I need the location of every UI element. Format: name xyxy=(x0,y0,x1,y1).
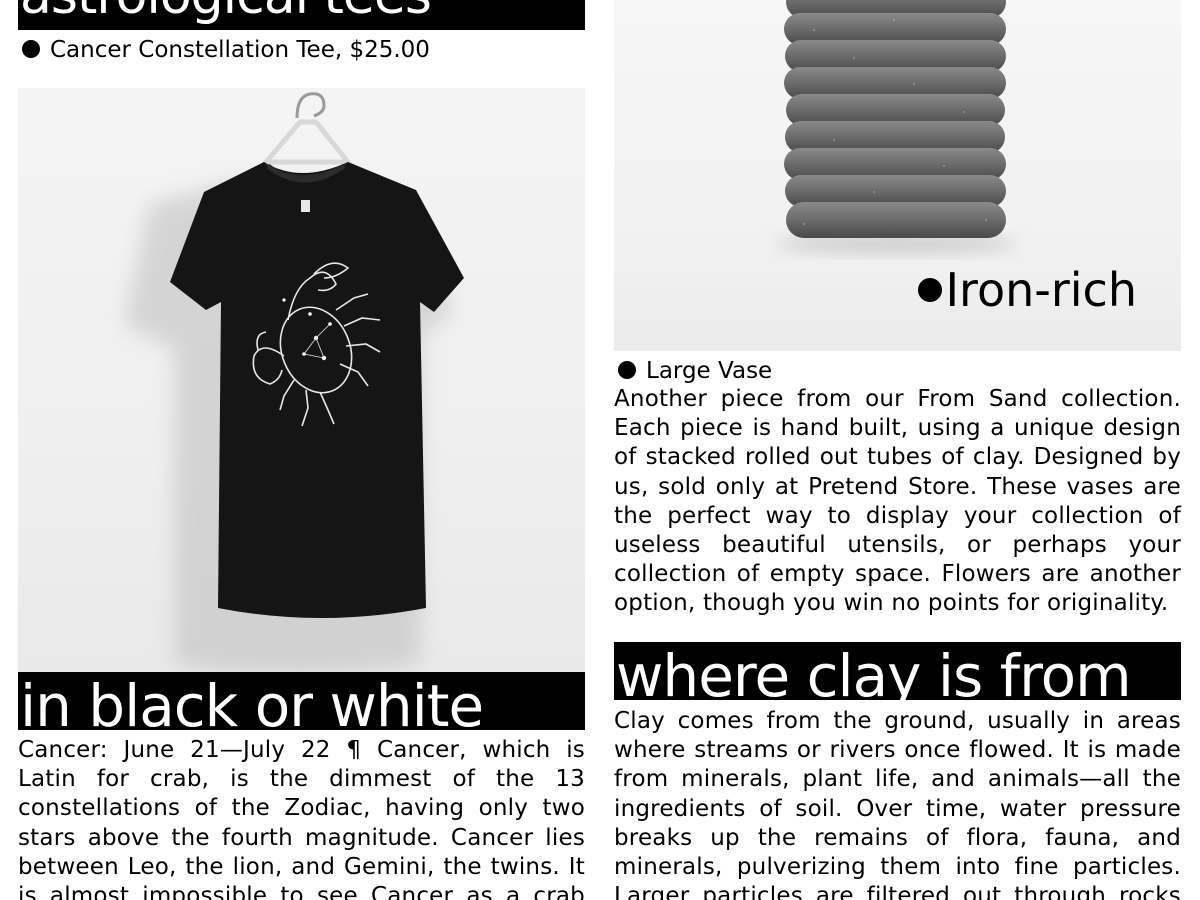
iron-rich-text: Iron-rich xyxy=(945,263,1137,317)
tee-product-image[interactable] xyxy=(18,88,585,672)
black-or-white-heading: in black or white xyxy=(20,672,484,730)
clay-origin-text: Clay comes from the ground, usually in a… xyxy=(614,708,1181,900)
cancer-description: Cancer: June 21—July 22 ¶ Cancer, which … xyxy=(18,737,585,900)
tees-heading: astrological tees xyxy=(18,0,585,22)
tee-product-caption[interactable]: Cancer Constellation Tee, $25.00 xyxy=(22,35,430,65)
where-clay-is-from-heading-band: where clay is from xyxy=(614,642,1181,700)
page: astrological tees Cancer Constellation T… xyxy=(0,0,1200,900)
vase-product-image[interactable]: Iron-rich xyxy=(614,0,1181,351)
bullet-icon xyxy=(918,278,943,302)
tee-on-hanger-illustration xyxy=(124,92,464,672)
iron-rich-label: Iron-rich xyxy=(918,262,1137,318)
where-clay-is-from-heading: where clay is from xyxy=(616,642,1132,700)
bullet-icon xyxy=(22,40,40,58)
tees-heading-band: astrological tees xyxy=(18,0,585,30)
black-or-white-heading-band: in black or white xyxy=(18,672,585,730)
bullet-icon xyxy=(618,361,636,379)
vase-description: Another piece from our From Sand collect… xyxy=(614,386,1181,617)
vase-product-name: Large Vase xyxy=(646,358,773,384)
tee-product-name: Cancer Constellation Tee, $25.00 xyxy=(50,37,430,63)
vase-product-caption[interactable]: Large Vase xyxy=(618,356,772,386)
